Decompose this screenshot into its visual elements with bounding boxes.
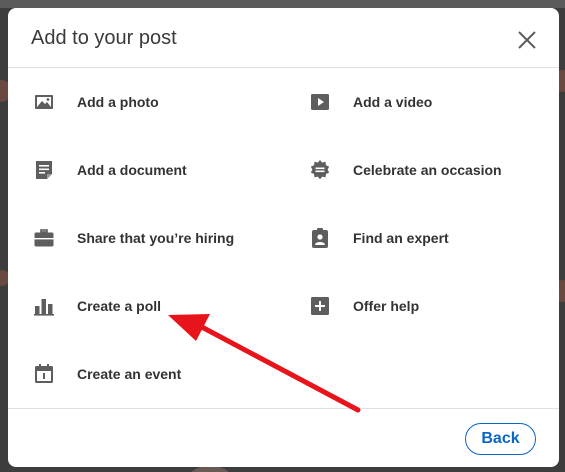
plus-box-icon bbox=[309, 295, 331, 317]
dialog-header: Add to your post bbox=[8, 8, 559, 68]
option-share-hiring[interactable]: Share that you’re hiring bbox=[33, 218, 234, 258]
option-create-event[interactable]: Create an event bbox=[33, 354, 181, 394]
option-celebrate-occasion[interactable]: Celebrate an occasion bbox=[309, 150, 502, 190]
option-label: Add a video bbox=[353, 94, 433, 110]
option-label: Offer help bbox=[353, 298, 420, 314]
option-find-expert[interactable]: Find an expert bbox=[309, 218, 449, 258]
option-label: Create a poll bbox=[77, 298, 162, 314]
option-label: Create an event bbox=[77, 366, 182, 382]
background-nav-bar bbox=[0, 0, 565, 8]
close-button[interactable] bbox=[515, 28, 539, 52]
option-label: Add a document bbox=[77, 162, 187, 178]
briefcase-icon bbox=[33, 227, 55, 249]
option-add-document[interactable]: Add a document bbox=[33, 150, 187, 190]
add-to-post-dialog: Add to your post Add a photo Add a video… bbox=[8, 8, 559, 467]
document-icon bbox=[33, 159, 55, 181]
option-label: Add a photo bbox=[77, 94, 159, 110]
photo-icon bbox=[33, 91, 55, 113]
option-label: Celebrate an occasion bbox=[353, 162, 502, 178]
dialog-title: Add to your post bbox=[31, 27, 177, 49]
expert-badge-icon bbox=[309, 227, 331, 249]
post-options-list: Add a photo Add a video Add a document C… bbox=[8, 68, 559, 408]
calendar-icon bbox=[33, 363, 55, 385]
video-icon bbox=[309, 91, 331, 113]
option-create-poll[interactable]: Create a poll bbox=[33, 286, 161, 326]
celebrate-icon bbox=[309, 159, 331, 181]
option-label: Find an expert bbox=[353, 230, 449, 246]
option-add-video[interactable]: Add a video bbox=[309, 82, 432, 122]
close-icon bbox=[518, 31, 536, 49]
option-label: Share that you’re hiring bbox=[77, 230, 235, 246]
poll-icon bbox=[33, 295, 55, 317]
dialog-footer: Back bbox=[8, 408, 559, 467]
option-add-photo[interactable]: Add a photo bbox=[33, 82, 159, 122]
option-offer-help[interactable]: Offer help bbox=[309, 286, 419, 326]
back-button[interactable]: Back bbox=[465, 423, 536, 455]
